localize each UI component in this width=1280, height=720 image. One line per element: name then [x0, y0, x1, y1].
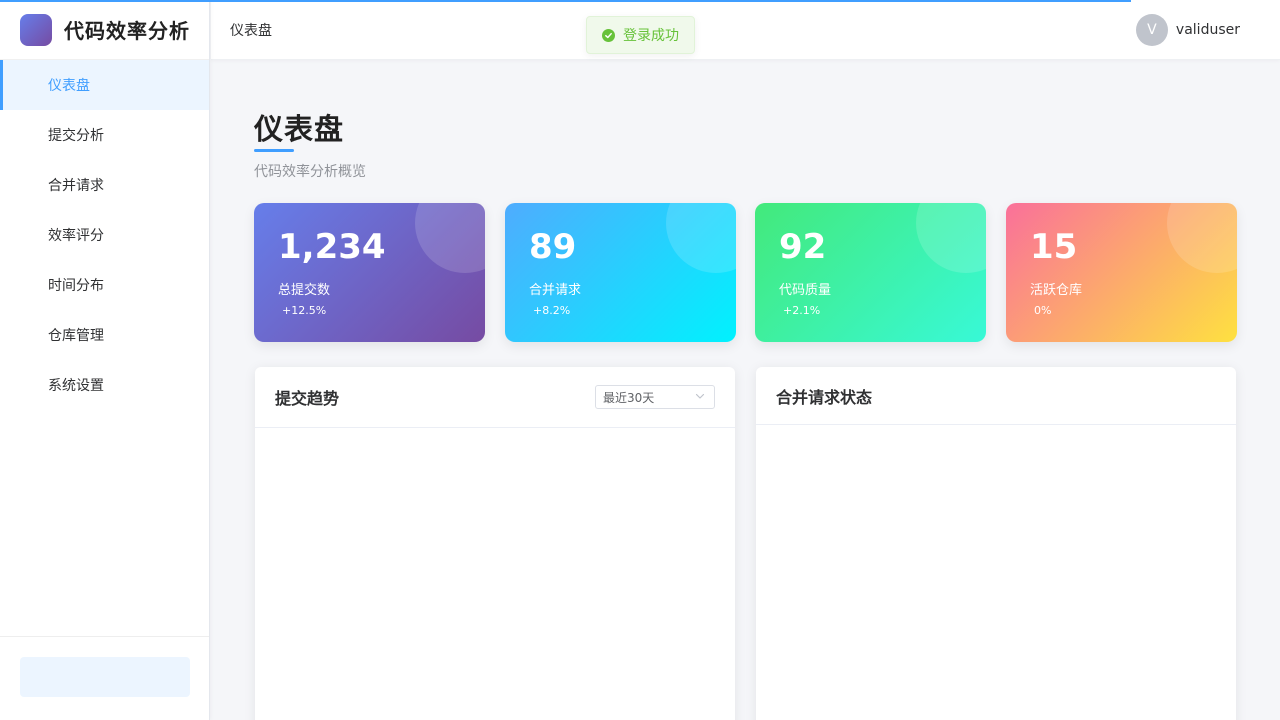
user-menu[interactable]: V validuser: [1135, 14, 1240, 46]
app-logo: [20, 13, 52, 46]
title-underline: [254, 149, 294, 152]
page-subtitle: 代码效率分析概览: [254, 164, 366, 180]
app-title: 代码效率分析: [64, 19, 190, 43]
chevron-down-icon: [695, 393, 705, 399]
stat-change: +8.2%: [533, 304, 571, 317]
sidebar-item-label: 仪表盘: [48, 78, 90, 94]
main-content: 仪表盘 代码效率分析概览 1,234 总提交数 +12.5% 89 合并请求 +…: [211, 60, 1280, 720]
sidebar-item-label: 效率评分: [48, 228, 104, 244]
sidebar-item-repo-management[interactable]: 仓库管理: [0, 310, 209, 360]
mr-status-panel: 合并请求状态: [756, 367, 1236, 720]
panel-title: 合并请求状态: [776, 387, 873, 407]
stat-label: 合并请求: [529, 283, 582, 298]
stat-value: 92: [779, 227, 827, 267]
sidebar-footer-button[interactable]: [20, 657, 190, 697]
stat-value: 89: [529, 227, 577, 267]
sidebar-item-time-distribution[interactable]: 时间分布: [0, 260, 209, 310]
select-value: 最近30天: [603, 390, 655, 405]
page-title: 仪表盘: [254, 112, 345, 146]
top-header: 仪表盘 V validuser: [211, 0, 1280, 60]
panel-title: 提交趋势: [275, 389, 340, 408]
stat-change: +12.5%: [282, 304, 327, 317]
sidebar-item-merge-requests[interactable]: 合并请求: [0, 160, 209, 210]
stat-value: 1,234: [278, 227, 386, 267]
sidebar-item-label: 合并请求: [48, 178, 104, 194]
stat-card-active-repos[interactable]: 15 活跃仓库 0%: [1006, 203, 1237, 342]
sidebar-item-label: 时间分布: [48, 278, 104, 294]
stat-label: 代码质量: [779, 283, 832, 298]
stat-value: 15: [1030, 227, 1078, 267]
commit-trend-panel: 提交趋势 最近30天: [255, 367, 735, 720]
sidebar-nav: 仪表盘 提交分析 合并请求 效率评分 时间分布 仓库管理 系统设置: [0, 60, 209, 410]
stat-change: +2.1%: [783, 304, 821, 317]
sidebar-item-commit-analysis[interactable]: 提交分析: [0, 110, 209, 160]
check-circle-icon: [602, 28, 615, 42]
avatar[interactable]: V: [1135, 14, 1168, 46]
stat-label: 活跃仓库: [1030, 283, 1083, 298]
stat-change: 0%: [1034, 304, 1052, 317]
stat-card-total-commits[interactable]: 1,234 总提交数 +12.5%: [254, 203, 485, 342]
stat-label: 总提交数: [278, 283, 331, 298]
sidebar-item-efficiency-score[interactable]: 效率评分: [0, 210, 209, 260]
sidebar: 代码效率分析 仪表盘 提交分析 合并请求 效率评分 时间分布 仓库管理 系统设置: [0, 0, 210, 720]
panel-header: 合并请求状态: [756, 367, 1236, 425]
brand: 代码效率分析: [0, 0, 209, 60]
sidebar-item-system-settings[interactable]: 系统设置: [0, 360, 209, 410]
sidebar-footer: [0, 636, 209, 720]
sidebar-item-label: 系统设置: [48, 378, 104, 394]
sidebar-item-label: 提交分析: [48, 128, 104, 144]
toast-message: 登录成功: [623, 28, 679, 44]
page-loading-progress-bar: [0, 0, 1131, 2]
success-toast: 登录成功: [586, 16, 695, 54]
stat-card-code-quality[interactable]: 92 代码质量 +2.1%: [755, 203, 986, 342]
breadcrumb[interactable]: 仪表盘: [230, 20, 272, 40]
stat-card-merge-requests[interactable]: 89 合并请求 +8.2%: [505, 203, 736, 342]
panel-header: 提交趋势 最近30天: [255, 367, 735, 428]
date-range-select[interactable]: 最近30天: [595, 385, 715, 409]
sidebar-item-dashboard[interactable]: 仪表盘: [0, 60, 209, 110]
sidebar-item-label: 仓库管理: [48, 328, 104, 344]
username[interactable]: validuser: [1176, 22, 1240, 38]
